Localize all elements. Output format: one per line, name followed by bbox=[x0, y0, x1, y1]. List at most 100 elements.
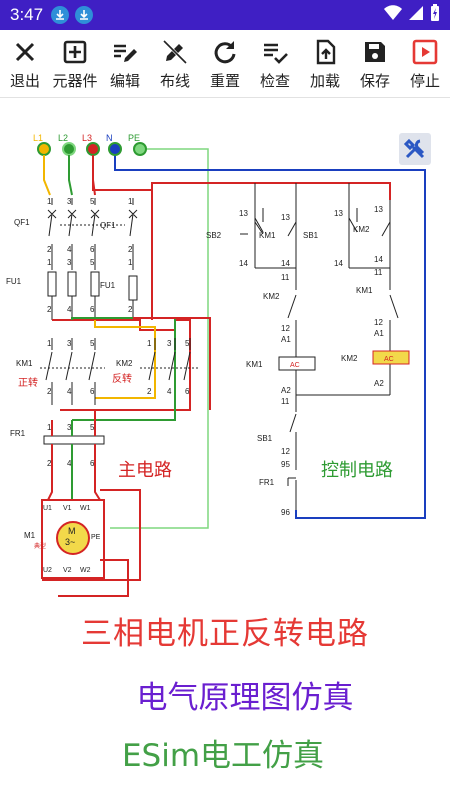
wrench-hammer-icon bbox=[403, 138, 425, 159]
svg-text:U1: U1 bbox=[43, 505, 52, 512]
label-fr1-main: FR1 bbox=[10, 429, 26, 438]
phase-l2-terminal[interactable]: L2 bbox=[58, 133, 76, 156]
svg-text:14: 14 bbox=[281, 259, 290, 268]
phase-l3-terminal[interactable]: L3 bbox=[82, 133, 100, 156]
phase-n-terminal[interactable]: N bbox=[106, 133, 122, 156]
label-qf1-right: QF1 bbox=[100, 221, 116, 230]
svg-text:2: 2 bbox=[128, 305, 133, 314]
svg-text:13: 13 bbox=[334, 209, 343, 218]
check-label: 检查 bbox=[259, 72, 290, 90]
svg-text:11: 11 bbox=[374, 268, 383, 277]
edit-list-icon bbox=[114, 44, 137, 62]
label-m1: M1 bbox=[24, 531, 36, 540]
km1-coil[interactable]: AC bbox=[278, 356, 316, 371]
motor-pe-label: PE bbox=[91, 534, 101, 541]
svg-text:3: 3 bbox=[67, 339, 72, 348]
checklist-icon bbox=[264, 43, 288, 64]
svg-text:2: 2 bbox=[47, 245, 52, 254]
load-button[interactable]: 加载 bbox=[300, 30, 350, 97]
components-button[interactable]: 元器件 bbox=[50, 30, 100, 97]
svg-text:3: 3 bbox=[67, 197, 72, 206]
components-label: 元器件 bbox=[52, 72, 98, 90]
app-root: 3:47 退出 元器件 编辑 布线 重置 检查 加载 保存 停止 L1 L2 L… bbox=[0, 0, 450, 800]
svg-text:V2: V2 bbox=[63, 567, 72, 574]
stop-button[interactable]: 停止 bbox=[400, 30, 450, 97]
svg-text:3: 3 bbox=[167, 339, 172, 348]
save-icon bbox=[365, 42, 385, 62]
svg-text:14: 14 bbox=[374, 255, 383, 264]
svg-text:1: 1 bbox=[47, 423, 52, 432]
svg-text:1: 1 bbox=[47, 258, 52, 267]
svg-text:5: 5 bbox=[90, 339, 95, 348]
svg-text:5: 5 bbox=[90, 423, 95, 432]
toolbar: 退出 元器件 编辑 布线 重置 检查 加载 保存 停止 bbox=[0, 30, 450, 98]
svg-text:2: 2 bbox=[47, 305, 52, 314]
motor-m1[interactable]: M 3~ PE bbox=[41, 489, 141, 597]
motor-m-label: M bbox=[68, 526, 76, 536]
svg-text:11: 11 bbox=[281, 273, 290, 282]
svg-text:U2: U2 bbox=[43, 567, 52, 574]
caption-brand: ESim电工仿真 bbox=[121, 738, 325, 774]
phase-pe-terminal[interactable]: PE bbox=[128, 133, 147, 156]
svg-text:1: 1 bbox=[47, 197, 52, 206]
label-km1-coil: KM1 bbox=[246, 360, 263, 369]
svg-text:2: 2 bbox=[47, 387, 52, 396]
label-km2-interlock: KM2 bbox=[263, 292, 280, 301]
svg-text:A1: A1 bbox=[281, 335, 291, 344]
exit-button[interactable]: 退出 bbox=[0, 30, 50, 97]
svg-text:1: 1 bbox=[47, 339, 52, 348]
svg-text:12: 12 bbox=[374, 318, 383, 327]
label-km2-coil: KM2 bbox=[341, 354, 358, 363]
wiring-button[interactable]: 布线 bbox=[150, 30, 200, 97]
add-box-icon bbox=[63, 40, 87, 64]
label-l2: L2 bbox=[58, 133, 68, 143]
download-icon bbox=[51, 6, 70, 24]
label-typical: 典型 bbox=[34, 542, 46, 550]
motor-3phase-label: 3~ bbox=[65, 537, 75, 547]
label-qf1-left: QF1 bbox=[14, 218, 30, 227]
km2-coil[interactable]: AC bbox=[372, 350, 410, 365]
label-n: N bbox=[106, 133, 113, 143]
svg-text:3: 3 bbox=[67, 258, 72, 267]
label-km1-aux: KM1 bbox=[259, 231, 276, 240]
svg-text:5: 5 bbox=[185, 339, 190, 348]
svg-text:12: 12 bbox=[281, 324, 290, 333]
svg-text:4: 4 bbox=[67, 387, 72, 396]
status-time: 3:47 bbox=[10, 5, 44, 24]
svg-text:95: 95 bbox=[281, 460, 290, 469]
save-label: 保存 bbox=[359, 72, 390, 90]
check-button[interactable]: 检查 bbox=[250, 30, 300, 97]
svg-text:13: 13 bbox=[281, 213, 290, 222]
pen-off-icon bbox=[162, 39, 188, 65]
edit-button[interactable]: 编辑 bbox=[100, 30, 150, 97]
label-l3: L3 bbox=[82, 133, 92, 143]
svg-text:1: 1 bbox=[128, 197, 133, 206]
label-sb1-top: SB1 bbox=[303, 231, 319, 240]
svg-text:6: 6 bbox=[90, 245, 95, 254]
phase-l1-terminal[interactable]: L1 bbox=[33, 133, 51, 156]
svg-text:V1: V1 bbox=[63, 505, 72, 512]
reset-button[interactable]: 重置 bbox=[200, 30, 250, 97]
label-fu1-right: FU1 bbox=[100, 281, 116, 290]
tools-button[interactable] bbox=[399, 133, 431, 165]
fr1-thermal-relay[interactable] bbox=[43, 410, 105, 445]
label-fu1-left: FU1 bbox=[6, 277, 22, 286]
reset-label: 重置 bbox=[209, 72, 240, 90]
svg-text:4: 4 bbox=[67, 245, 72, 254]
save-button[interactable]: 保存 bbox=[350, 30, 400, 97]
svg-text:W2: W2 bbox=[80, 567, 91, 574]
svg-text:13: 13 bbox=[239, 209, 248, 218]
svg-text:11: 11 bbox=[281, 397, 290, 406]
battery-icon bbox=[430, 4, 440, 26]
label-reverse: 反转 bbox=[112, 372, 132, 385]
svg-text:1: 1 bbox=[128, 258, 133, 267]
svg-text:4: 4 bbox=[67, 305, 72, 314]
label-l1: L1 bbox=[33, 133, 43, 143]
svg-text:96: 96 bbox=[281, 508, 290, 517]
svg-text:3: 3 bbox=[67, 423, 72, 432]
wiring-label: 布线 bbox=[159, 72, 190, 90]
signal-icon bbox=[408, 5, 424, 25]
refresh-icon bbox=[214, 41, 236, 64]
edit-label: 编辑 bbox=[109, 72, 140, 90]
download-icon-2 bbox=[75, 6, 94, 24]
